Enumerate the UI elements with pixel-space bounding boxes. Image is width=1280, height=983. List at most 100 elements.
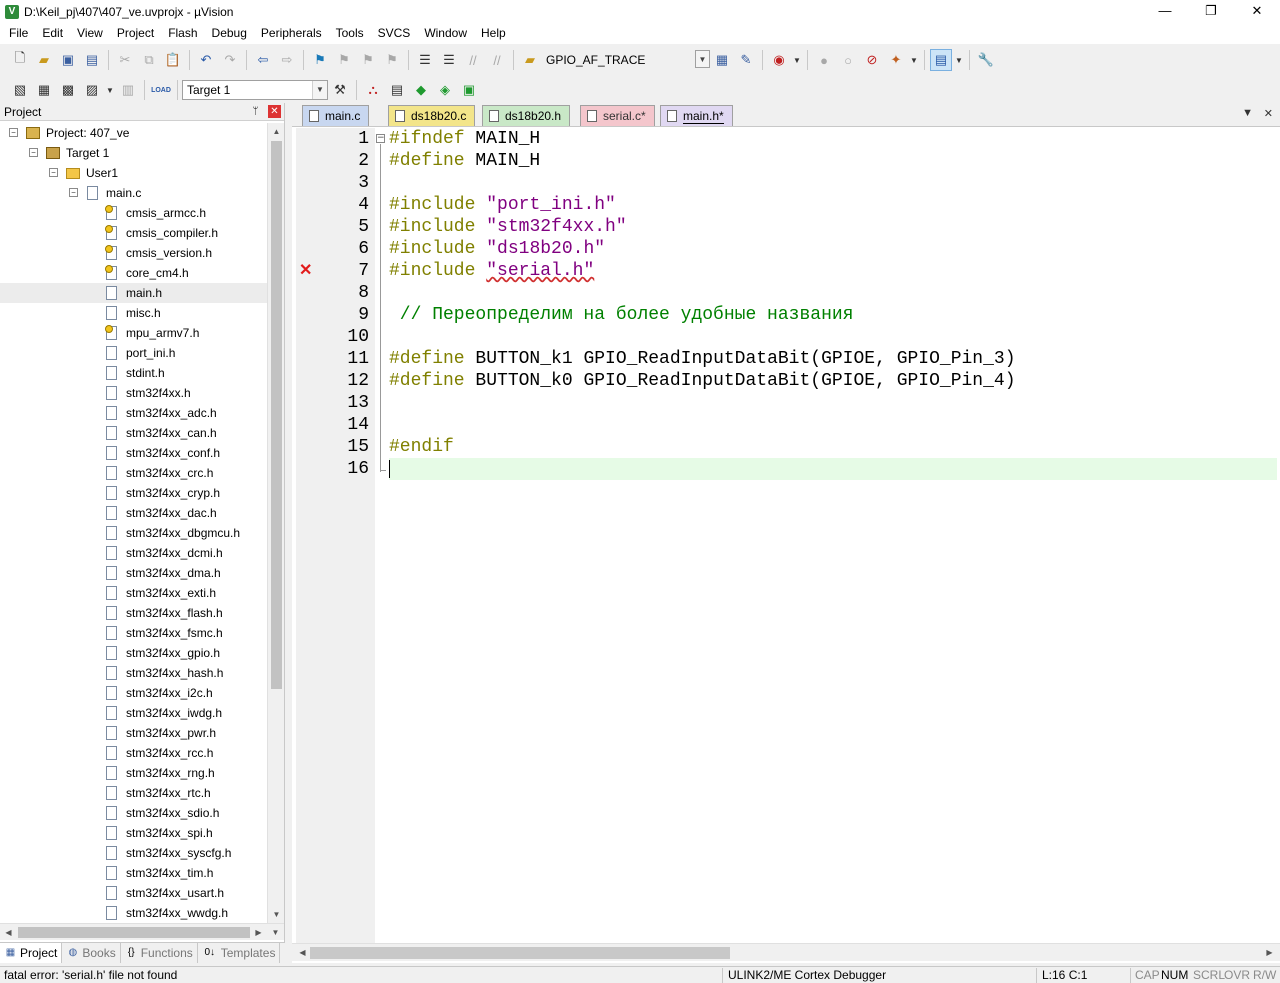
- breakpoint-disable-all-icon[interactable]: ⊘: [861, 49, 883, 71]
- tree-header-file[interactable]: stm32f4xx_dbgmcu.h: [0, 523, 267, 543]
- code-editor[interactable]: 1− #ifndef MAIN_H 2 #define MAIN_H 3 4 #includ…: [292, 128, 1280, 943]
- manage-project-items-icon[interactable]: ⛬: [362, 79, 384, 101]
- menu-peripherals[interactable]: Peripherals: [254, 23, 329, 44]
- tree-header-file[interactable]: stm32f4xx_dma.h: [0, 563, 267, 583]
- breakpoint-kill-all-icon[interactable]: ✦: [885, 49, 907, 71]
- scroll-thumb[interactable]: [18, 927, 250, 938]
- maximize-button[interactable]: ❐: [1188, 0, 1234, 23]
- tree-header-file[interactable]: stm32f4xx_crc.h: [0, 463, 267, 483]
- tab-list-dropdown-icon[interactable]: ▼: [1242, 107, 1253, 119]
- tree-header-file[interactable]: stm32f4xx_flash.h: [0, 603, 267, 623]
- menu-project[interactable]: Project: [110, 23, 161, 44]
- chevron-down-icon[interactable]: ▼: [312, 81, 327, 99]
- find-combo[interactable]: GPIO_AF_TRACE ▼: [542, 50, 710, 70]
- window-layout-icon[interactable]: ▤: [930, 49, 952, 71]
- bookmark-toggle-icon[interactable]: ⚑: [309, 49, 331, 71]
- comment-icon[interactable]: //: [462, 49, 484, 71]
- scroll-up-icon[interactable]: ▲: [268, 123, 285, 140]
- stop-build-icon[interactable]: ▥: [117, 79, 139, 101]
- target-options-icon[interactable]: ⚒: [329, 79, 351, 101]
- find-icon[interactable]: ▦: [711, 49, 733, 71]
- tree-header-file[interactable]: main.h: [0, 283, 267, 303]
- open-folder-icon[interactable]: ▰: [33, 49, 55, 71]
- tree-vertical-scrollbar[interactable]: ▲ ▼: [267, 123, 284, 923]
- tree-project-root[interactable]: − Project: 407_ve: [0, 123, 267, 143]
- tree-header-file[interactable]: stm32f4xx_rtc.h: [0, 783, 267, 803]
- tree-horizontal-scrollbar[interactable]: ◀ ▶ ▼: [0, 923, 284, 940]
- tab-ds18b20-c[interactable]: ds18b20.c: [388, 105, 476, 126]
- code-line[interactable]: 9 // Переопределим на более удобные назв…: [358, 304, 1277, 326]
- scroll-down-icon[interactable]: ▼: [267, 924, 284, 941]
- collapse-icon[interactable]: −: [49, 168, 58, 177]
- build-icon[interactable]: ▦: [33, 79, 55, 101]
- code-line[interactable]: 13: [347, 392, 1277, 414]
- code-line[interactable]: 8: [358, 282, 1277, 304]
- tab-main-c[interactable]: main.c: [302, 105, 370, 126]
- pin-icon[interactable]: ᛘ: [249, 105, 262, 118]
- menu-tools[interactable]: Tools: [329, 23, 371, 44]
- incremental-find-icon[interactable]: ✎: [735, 49, 757, 71]
- code-line[interactable]: 2 #define MAIN_H: [358, 150, 1277, 172]
- tab-functions[interactable]: {} Functions: [121, 943, 198, 963]
- tree-header-file[interactable]: stm32f4xx.h: [0, 383, 267, 403]
- code-area[interactable]: 1− #ifndef MAIN_H 2 #define MAIN_H 3 4 #includ…: [299, 128, 1277, 943]
- scroll-left-icon[interactable]: ◀: [0, 924, 17, 941]
- minimize-button[interactable]: —: [1142, 0, 1188, 23]
- code-line[interactable]: 12 #define BUTTON_k0 GPIO_ReadInputDataBi…: [347, 370, 1277, 392]
- close-document-icon[interactable]: ✕: [1264, 107, 1273, 120]
- code-line[interactable]: 7 ✕ #include "serial.h": [299, 260, 1277, 282]
- translate-icon[interactable]: ▧: [9, 79, 31, 101]
- scroll-thumb[interactable]: [271, 141, 282, 689]
- breakpoint-insert-icon[interactable]: ●: [813, 49, 835, 71]
- tree-header-file[interactable]: core_cm4.h: [0, 263, 267, 283]
- error-marker-icon[interactable]: ✕: [299, 263, 312, 279]
- select-packs-icon[interactable]: ◈: [434, 79, 456, 101]
- menu-edit[interactable]: Edit: [35, 23, 70, 44]
- unindent-icon[interactable]: ☰: [438, 49, 460, 71]
- tree-header-file[interactable]: stm32f4xx_rng.h: [0, 763, 267, 783]
- scroll-right-icon[interactable]: ▶: [250, 924, 267, 941]
- code-line[interactable]: 15 #endif: [347, 436, 1277, 458]
- tree-header-file[interactable]: stm32f4xx_rcc.h: [0, 743, 267, 763]
- tree-header-file[interactable]: cmsis_armcc.h: [0, 203, 267, 223]
- tree-header-file[interactable]: mpu_armv7.h: [0, 323, 267, 343]
- fold-toggle-icon[interactable]: −: [376, 134, 385, 143]
- tree-target[interactable]: − Target 1: [0, 143, 267, 163]
- menu-flash[interactable]: Flash: [161, 23, 204, 44]
- tab-project[interactable]: ▦ Project: [0, 943, 63, 963]
- chevron-down-icon[interactable]: ▼: [105, 79, 115, 101]
- tree-header-file[interactable]: stm32f4xx_adc.h: [0, 403, 267, 423]
- tree-header-file[interactable]: stm32f4xx_syscfg.h: [0, 843, 267, 863]
- chevron-down-icon[interactable]: ▼: [695, 50, 710, 68]
- load-flash-icon[interactable]: LOAD: [150, 79, 172, 101]
- code-line[interactable]: 6 #include "ds18b20.h": [358, 238, 1277, 260]
- breakpoint-enable-icon[interactable]: ○: [837, 49, 859, 71]
- tree-header-file[interactable]: stm32f4xx_sdio.h: [0, 803, 267, 823]
- tree-header-file[interactable]: stm32f4xx_pwr.h: [0, 723, 267, 743]
- save-all-icon[interactable]: ▤: [81, 49, 103, 71]
- tab-books[interactable]: ◍ Books: [62, 943, 121, 963]
- chevron-down-icon[interactable]: ▼: [909, 49, 919, 71]
- undo-icon[interactable]: ↶: [195, 49, 217, 71]
- tree-header-file[interactable]: stm32f4xx_exti.h: [0, 583, 267, 603]
- bookmark-next-icon[interactable]: ⚑: [357, 49, 379, 71]
- menu-svcs[interactable]: SVCS: [371, 23, 418, 44]
- navigate-forward-icon[interactable]: ⇨: [276, 49, 298, 71]
- file-extensions-icon[interactable]: ▤: [386, 79, 408, 101]
- menu-view[interactable]: View: [70, 23, 110, 44]
- menu-debug[interactable]: Debug: [205, 23, 254, 44]
- editor-horizontal-scrollbar[interactable]: ◀ ▶: [292, 943, 1280, 961]
- batch-build-icon[interactable]: ▨: [81, 79, 103, 101]
- tree-source-file[interactable]: − main.c: [0, 183, 267, 203]
- close-window-button[interactable]: ✕: [1234, 0, 1280, 23]
- code-line[interactable]: 3: [358, 172, 1277, 194]
- tree-header-file[interactable]: cmsis_version.h: [0, 243, 267, 263]
- tree-group[interactable]: − User1: [0, 163, 267, 183]
- tree-header-file[interactable]: stm32f4xx_fsmc.h: [0, 623, 267, 643]
- cut-icon[interactable]: ✂: [114, 49, 136, 71]
- tab-serial-c[interactable]: serial.c*: [580, 105, 655, 126]
- code-line[interactable]: 10: [347, 326, 1277, 348]
- code-line[interactable]: 14: [347, 414, 1277, 436]
- copy-icon[interactable]: ⧉: [138, 49, 160, 71]
- tree-header-file[interactable]: stm32f4xx_wwdg.h: [0, 903, 267, 923]
